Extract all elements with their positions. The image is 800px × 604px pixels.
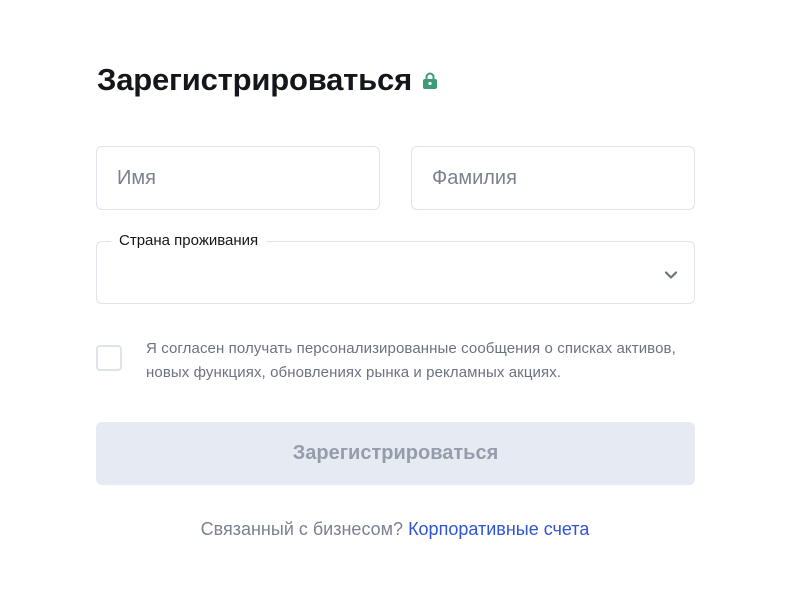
page-header: Зарегистрироваться [97,62,438,98]
last-name-input[interactable] [412,147,694,209]
first-name-field[interactable] [96,146,380,210]
first-name-input[interactable] [97,147,379,209]
last-name-field[interactable] [411,146,695,210]
consent-checkbox[interactable] [96,345,122,371]
country-select[interactable]: Страна проживания [96,232,695,304]
chevron-down-icon[interactable] [664,267,678,279]
corporate-accounts-link[interactable]: Корпоративные счета [408,519,589,539]
consent-row: Я согласен получать персонализированные … [96,337,696,385]
lock-icon [422,72,438,90]
register-button[interactable]: Зарегистрироваться [96,422,695,485]
country-label: Страна проживания [111,232,267,249]
footer: Связанный с бизнесом? Корпоративные счет… [0,519,790,540]
page-title: Зарегистрироваться [97,62,412,97]
consent-text: Я согласен получать персонализированные … [146,340,676,381]
business-question: Связанный с бизнесом? [200,519,404,539]
